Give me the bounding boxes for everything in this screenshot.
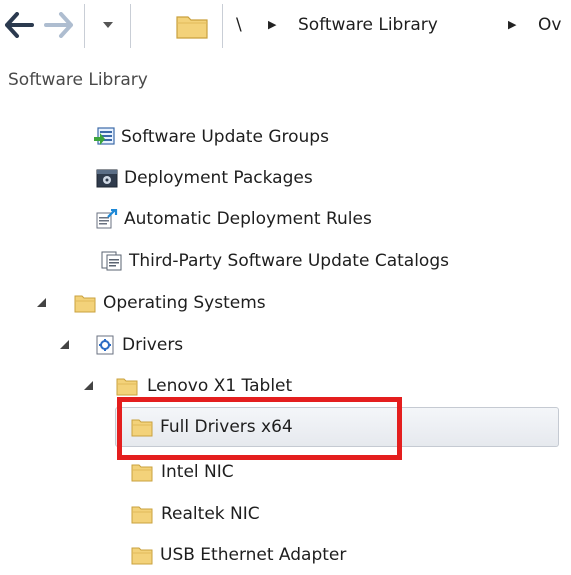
tree-item-usb-ethernet-adapter[interactable]: USB Ethernet Adapter	[0, 535, 571, 575]
expand-arrow-icon[interactable]	[84, 381, 93, 390]
tree-item-label: Third-Party Software Update Catalogs	[129, 251, 449, 271]
tree-item-deployment-packages[interactable]: Deployment Packages	[0, 158, 571, 198]
expand-arrow-icon[interactable]	[60, 340, 69, 349]
tree-item-label: Automatic Deployment Rules	[124, 209, 372, 229]
chevron-down-icon	[103, 22, 113, 28]
breadcrumb-software-library[interactable]: Software Library	[298, 0, 438, 50]
deployment-packages-icon	[96, 169, 118, 188]
tree-item-label: Operating Systems	[103, 293, 266, 313]
annotation-highlight-box	[117, 397, 402, 460]
history-dropdown-button[interactable]	[86, 8, 130, 42]
catalog-icon	[101, 251, 122, 271]
tree-item-label: USB Ethernet Adapter	[160, 545, 347, 565]
tree-item-operating-systems[interactable]: Operating Systems	[0, 283, 571, 323]
toolbar-separator	[222, 4, 223, 48]
software-update-groups-icon	[94, 127, 115, 145]
tree-item-software-update-groups[interactable]: Software Update Groups	[0, 117, 571, 157]
forward-button[interactable]	[42, 8, 76, 42]
folder-icon	[74, 295, 96, 313]
arrow-left-icon	[5, 12, 34, 38]
back-button[interactable]	[2, 8, 36, 42]
tree-item-third-party-catalogs[interactable]: Third-Party Software Update Catalogs	[0, 241, 571, 281]
pane-title: Software Library	[8, 70, 148, 90]
expand-arrow-icon[interactable]	[37, 298, 46, 307]
tree-item-realtek-nic[interactable]: Realtek NIC	[0, 494, 571, 534]
folder-icon	[131, 464, 153, 482]
folder-icon	[116, 378, 138, 396]
folder-icon	[176, 13, 208, 43]
tree-item-label: Drivers	[122, 335, 184, 355]
tree-item-drivers[interactable]: Drivers	[0, 325, 571, 365]
breadcrumb-root[interactable]: \	[236, 0, 242, 50]
automatic-deployment-rules-icon	[96, 209, 118, 229]
tree-item-label: Deployment Packages	[124, 168, 313, 188]
breadcrumb-overview[interactable]: Ov	[538, 0, 561, 50]
tree-item-automatic-deployment-rules[interactable]: Automatic Deployment Rules	[0, 199, 571, 239]
toolbar-separator	[84, 4, 85, 48]
arrow-right-icon	[44, 12, 73, 38]
breadcrumb-arrow-icon[interactable]: ▶	[268, 0, 276, 50]
tree-item-intel-nic[interactable]: Intel NIC	[0, 452, 571, 492]
folder-icon	[131, 547, 153, 565]
toolbar-separator	[130, 4, 131, 48]
drivers-icon	[96, 335, 114, 355]
address-bar: \ ▶ Software Library ▶ Ov	[0, 0, 571, 50]
folder-icon	[131, 506, 153, 524]
tree-item-label: Intel NIC	[161, 462, 234, 482]
tree-item-label: Realtek NIC	[161, 504, 260, 524]
tree-item-label: Software Update Groups	[121, 127, 329, 147]
breadcrumb-arrow-icon[interactable]: ▶	[508, 0, 516, 50]
